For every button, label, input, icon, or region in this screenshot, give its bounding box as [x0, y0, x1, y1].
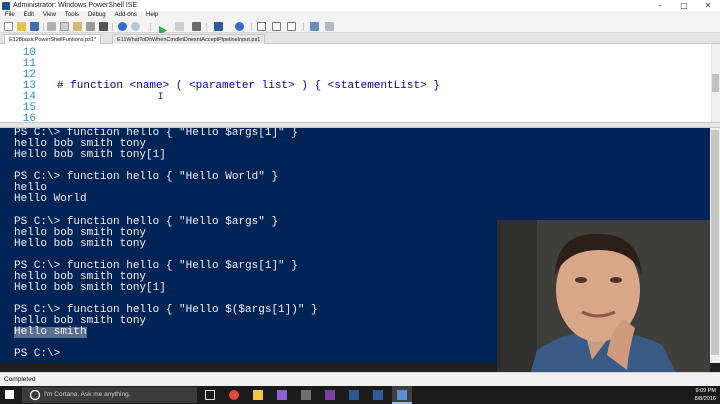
redo-icon[interactable]	[131, 22, 140, 31]
taskbar-powershell[interactable]	[368, 386, 388, 404]
tab-e128basic[interactable]: E128basicPowerShellFuntions.ps1*	[4, 34, 102, 44]
menu-file[interactable]: File	[0, 11, 19, 20]
status-bar: Completed	[0, 372, 720, 386]
console-line-selected: Hello smith	[14, 326, 87, 338]
maximize-button[interactable]: □	[672, 0, 696, 11]
visual-studio-icon	[277, 390, 287, 400]
menu-help[interactable]: Help	[141, 11, 162, 20]
show-command-addon-icon[interactable]	[325, 22, 334, 31]
chrome-icon	[229, 390, 239, 400]
taskbar-visual-studio[interactable]	[272, 386, 292, 404]
show-script-pane-top-icon[interactable]	[257, 22, 266, 31]
taskbar-powershell-ise[interactable]	[392, 386, 412, 404]
close-button[interactable]: ✕	[696, 0, 720, 11]
folder-icon	[253, 390, 263, 400]
toolbar-separator	[206, 23, 207, 31]
tab-e11whattodo[interactable]: E11WhatToDoWhenCmdletDoesntAcceptPipelin…	[112, 34, 266, 44]
show-script-pane-right-icon[interactable]	[272, 22, 281, 31]
console-line: Hello bob smith tony[1]	[14, 282, 166, 294]
show-command-window-icon[interactable]	[310, 22, 319, 31]
remote-powershell-icon[interactable]	[214, 22, 223, 31]
menu-addons[interactable]: Add-ons	[110, 11, 141, 20]
start-button[interactable]	[0, 386, 20, 404]
status-text: Completed	[4, 376, 36, 383]
menu-view[interactable]: View	[38, 11, 60, 20]
windows-logo-icon	[5, 390, 14, 399]
console-line: Hello World	[14, 193, 87, 205]
console-line: Hello bob smith tony[1]	[14, 149, 166, 161]
run-script-icon[interactable]	[158, 22, 167, 35]
line-number: 16	[22, 113, 36, 123]
copy-icon[interactable]	[60, 22, 69, 31]
clock-time: 9:09 PM	[695, 388, 716, 394]
app-icon	[301, 390, 311, 400]
menu-edit[interactable]: Edit	[19, 11, 38, 20]
menu-debug[interactable]: Debug	[83, 11, 110, 20]
show-script-pane-max-icon[interactable]	[287, 22, 296, 31]
new-file-icon[interactable]	[4, 22, 13, 31]
cut-icon[interactable]	[47, 22, 56, 31]
toolbar-separator	[43, 23, 44, 31]
toolbar-separator	[112, 23, 113, 31]
toolbar	[0, 20, 720, 35]
menu-tools[interactable]: Tools	[60, 11, 83, 20]
powershell-ise-icon	[397, 390, 407, 400]
clock-date: 8/8/2016	[694, 396, 716, 402]
console-prompt[interactable]: PS C:\>	[14, 349, 60, 360]
word-icon	[349, 390, 359, 400]
undo-icon[interactable]	[118, 22, 127, 31]
toolbar-separator	[303, 23, 304, 31]
task-view-icon	[205, 390, 215, 400]
line-number-gutter: 10 11 12 13 14 15 16	[0, 44, 46, 123]
title-bar: Administrator: Windows PowerShell ISE – …	[0, 0, 720, 11]
save-icon[interactable]	[30, 22, 39, 31]
code-line-comment[interactable]: # function <name> ( <parameter list> ) {…	[57, 81, 440, 92]
task-view-button[interactable]	[200, 386, 220, 404]
window-controls: – □ ✕	[648, 0, 720, 11]
window-title: Administrator: Windows PowerShell ISE	[13, 2, 138, 9]
editor-scroll-thumb[interactable]	[712, 74, 719, 92]
minimize-button[interactable]: –	[648, 0, 672, 11]
toolbar-separator	[150, 23, 151, 31]
paste-icon[interactable]	[73, 22, 82, 31]
menu-bar: File Edit View Tools Debug Add-ons Help	[0, 11, 720, 20]
console-scrollbar[interactable]	[710, 128, 720, 363]
cortana-placeholder: I'm Cortana. Ask me anything.	[44, 391, 131, 398]
taskbar-clock[interactable]: 9:09 PM 8/8/2016	[666, 387, 716, 403]
script-editor[interactable]: 10 11 12 13 14 15 16 # function <name> (…	[0, 44, 720, 122]
toolbar-separator	[251, 23, 252, 31]
taskbar-app[interactable]	[296, 386, 316, 404]
onenote-icon	[325, 390, 335, 400]
scissors-icon[interactable]	[99, 22, 108, 31]
console-line: PS C:\> function hello { "Hello World" }	[14, 171, 279, 183]
presenter-webcam-overlay	[497, 220, 710, 385]
open-folder-icon[interactable]	[17, 22, 26, 31]
script-tabs: E128basicPowerShellFuntions.ps1* E11What…	[0, 33, 720, 44]
editor-scrollbar[interactable]	[711, 44, 720, 122]
console-scroll-thumb[interactable]	[711, 130, 719, 355]
run-selection-icon[interactable]	[175, 22, 184, 31]
text-cursor-icon: I	[158, 92, 164, 102]
powershell-icon	[2, 1, 10, 10]
stop-icon[interactable]	[192, 22, 201, 31]
taskbar-onenote[interactable]	[320, 386, 340, 404]
taskbar-file-explorer[interactable]	[248, 386, 268, 404]
refresh-icon[interactable]	[235, 22, 244, 31]
taskbar: I'm Cortana. Ask me anything. 9:09 PM 8/…	[0, 386, 720, 404]
taskbar-chrome[interactable]	[224, 386, 244, 404]
console-line: Hello bob smith tony	[14, 238, 147, 250]
taskbar-word[interactable]	[344, 386, 364, 404]
cortana-search-box[interactable]: I'm Cortana. Ask me anything.	[22, 387, 197, 403]
clear-console-icon[interactable]	[86, 22, 95, 31]
cortana-circle-icon	[29, 389, 41, 401]
powershell-icon	[373, 390, 383, 400]
